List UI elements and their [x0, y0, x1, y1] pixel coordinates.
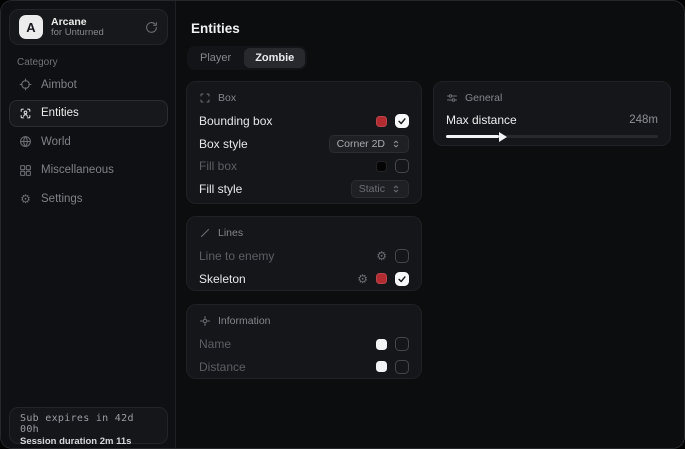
session-duration-text: Session duration 2m 11s [20, 436, 157, 447]
sidebar-nav: Aimbot Entities World [9, 71, 168, 214]
entity-tabs: Player Zombie [187, 46, 307, 70]
color-swatch[interactable] [376, 339, 387, 350]
slider-thumb[interactable] [499, 132, 507, 142]
information-card: Information Name Distance [186, 304, 422, 379]
sidebar-item-entities[interactable]: Entities [9, 100, 168, 127]
sidebar-item-label: World [41, 136, 71, 148]
dropdown-value: Static [359, 183, 385, 195]
row-label: Fill style [199, 182, 351, 196]
name-checkbox[interactable] [395, 337, 409, 351]
card-title: Information [218, 315, 271, 327]
sidebar-item-label: Entities [41, 107, 79, 119]
card-title: General [465, 92, 502, 104]
box-select-icon [199, 92, 211, 104]
profile-card[interactable]: A Arcane for Unturned [9, 9, 168, 45]
bounding-box-checkbox[interactable] [395, 114, 409, 128]
line-to-enemy-row: Line to enemy ⚙ [199, 245, 409, 268]
page-title: Entities [191, 21, 240, 36]
row-label: Line to enemy [199, 249, 376, 263]
sidebar-item-aimbot[interactable]: Aimbot [9, 71, 168, 98]
diagonal-line-icon [199, 227, 211, 239]
lines-card: Lines Line to enemy ⚙ Skeleton ⚙ [186, 216, 422, 291]
app-name: Arcane [51, 16, 137, 28]
app-subtitle: for Unturned [51, 28, 137, 39]
sub-expiry-text: Sub expires in 42d 00h [20, 413, 157, 435]
distance-checkbox[interactable] [395, 360, 409, 374]
general-card: General Max distance 248m [433, 81, 671, 146]
row-label: Fill box [199, 159, 376, 173]
person-scan-icon [19, 107, 32, 120]
box-card: Box Bounding box Box style Corner 2D [186, 81, 422, 204]
crosshair-icon [19, 78, 32, 91]
sidebar-item-settings[interactable]: ⚙ Settings [9, 185, 168, 212]
tab-zombie[interactable]: Zombie [244, 48, 305, 68]
dropdown-value: Corner 2D [337, 138, 385, 150]
chevrons-up-down-icon [391, 139, 401, 149]
card-title: Box [218, 92, 236, 104]
box-style-row: Box style Corner 2D [199, 133, 409, 156]
max-distance-row: Max distance 248m [446, 110, 658, 130]
globe-icon [19, 135, 32, 148]
row-label: Bounding box [199, 114, 376, 128]
row-label: Max distance [446, 113, 629, 127]
slider-fill [446, 135, 499, 138]
sidebar: A Arcane for Unturned Category Aimbot [1, 1, 176, 448]
sidebar-item-miscellaneous[interactable]: Miscellaneous [9, 157, 168, 184]
locate-icon [199, 315, 211, 327]
fill-style-dropdown[interactable]: Static [351, 180, 409, 198]
sync-icon[interactable] [145, 21, 158, 34]
row-label: Skeleton [199, 272, 357, 286]
app-window: A Arcane for Unturned Category Aimbot [0, 0, 685, 449]
settings-gear-icon[interactable]: ⚙ [357, 273, 368, 285]
box-style-dropdown[interactable]: Corner 2D [329, 135, 409, 153]
gear-icon: ⚙ [19, 193, 32, 205]
color-swatch[interactable] [376, 361, 387, 372]
skeleton-row: Skeleton ⚙ [199, 268, 409, 291]
subscription-info-card: Sub expires in 42d 00h Session duration … [9, 407, 168, 444]
name-row: Name [199, 333, 409, 356]
chevrons-up-down-icon [391, 184, 401, 194]
color-swatch[interactable] [376, 273, 387, 284]
max-distance-slider[interactable] [446, 135, 658, 138]
grid-icon [19, 164, 32, 177]
fill-box-row: Fill box [199, 155, 409, 178]
color-swatch[interactable] [376, 161, 387, 172]
row-label: Box style [199, 137, 329, 151]
max-distance-value: 248m [629, 114, 658, 126]
skeleton-checkbox[interactable] [395, 272, 409, 286]
card-title: Lines [218, 227, 243, 239]
sidebar-item-label: Settings [41, 193, 83, 205]
fill-box-checkbox[interactable] [395, 159, 409, 173]
app-logo: A [19, 15, 43, 39]
distance-row: Distance [199, 356, 409, 379]
color-swatch[interactable] [376, 116, 387, 127]
line-to-enemy-checkbox[interactable] [395, 249, 409, 263]
settings-gear-icon[interactable]: ⚙ [376, 250, 387, 262]
sidebar-item-world[interactable]: World [9, 128, 168, 155]
row-label: Name [199, 337, 376, 351]
tab-player[interactable]: Player [189, 48, 242, 68]
sidebar-item-label: Aimbot [41, 79, 77, 91]
sidebar-item-label: Miscellaneous [41, 164, 114, 176]
category-label: Category [17, 57, 58, 68]
sliders-icon [446, 92, 458, 104]
fill-style-row: Fill style Static [199, 178, 409, 201]
row-label: Distance [199, 360, 376, 374]
bounding-box-row: Bounding box [199, 110, 409, 133]
